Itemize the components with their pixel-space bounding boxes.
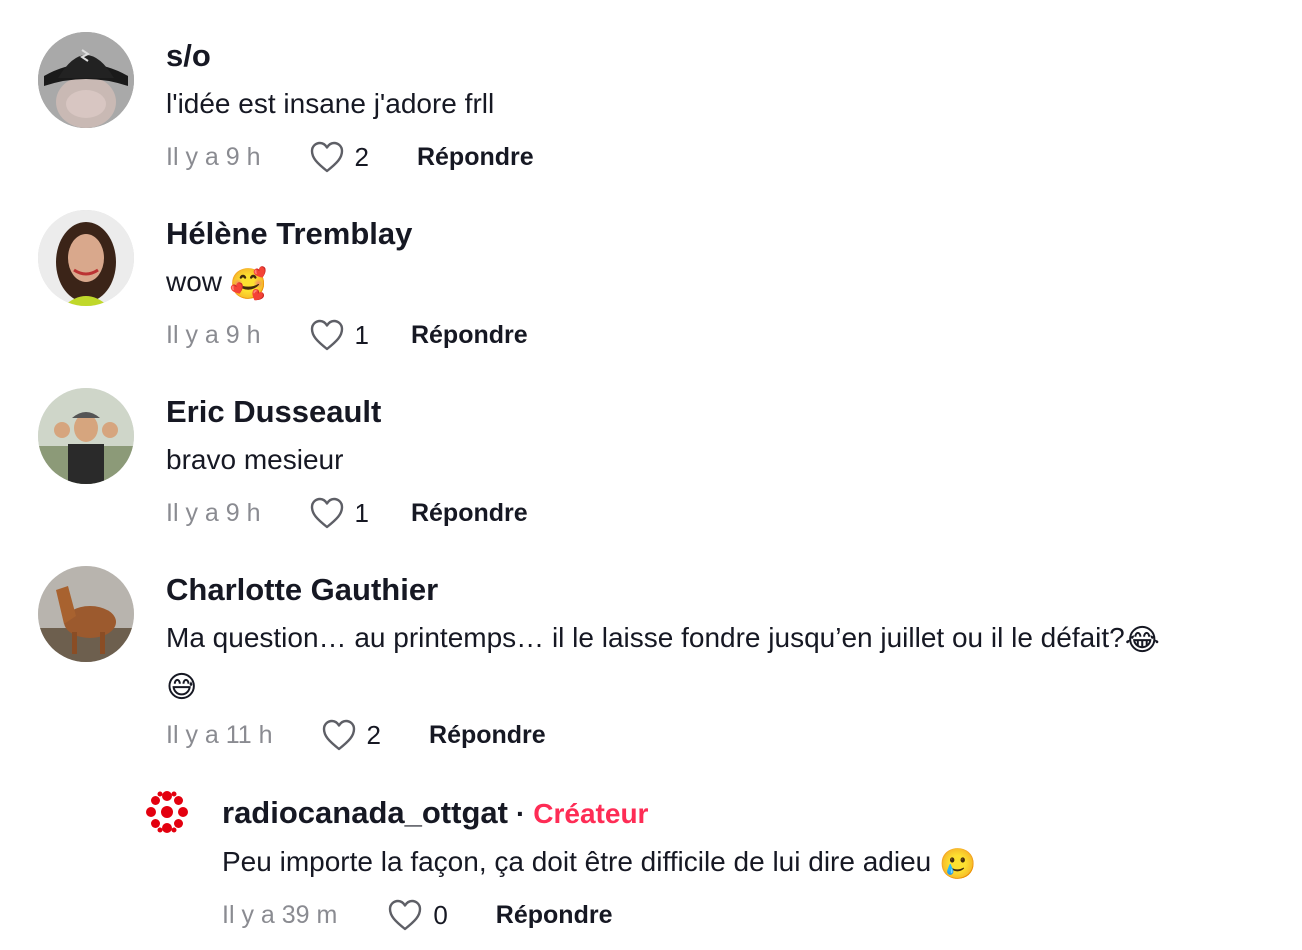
avatar[interactable]: [38, 566, 134, 662]
heart-icon: [322, 719, 355, 751]
reply-button[interactable]: Répondre: [417, 143, 534, 172]
comment-text-content: bravo mesieur: [166, 444, 344, 475]
smiling-tear-emoji: 🥲: [939, 847, 977, 882]
like-button[interactable]: 1: [309, 496, 369, 530]
comment-meta: Il y a 9 h 1 Répondre: [166, 495, 528, 531]
like-button[interactable]: 2: [309, 140, 369, 174]
radio-canada-logo-icon: [146, 791, 188, 833]
comment-meta: Il y a 9 h 2 Répondre: [166, 139, 534, 175]
like-count: 1: [354, 497, 369, 528]
separator-dot: ·: [515, 798, 526, 829]
woman-avatar-icon: [38, 210, 134, 306]
comment-time: Il y a 9 h: [166, 142, 261, 171]
reply-username[interactable]: radiocanada_ottgat: [222, 795, 508, 830]
comment-text: wow 🥰: [166, 260, 1276, 307]
like-button[interactable]: 2: [321, 718, 381, 752]
comment-time: Il y a 9 h: [166, 320, 261, 349]
tears-of-joy-emoji: 😂: [1124, 623, 1160, 658]
like-button[interactable]: 0: [387, 898, 448, 932]
like-button[interactable]: 1: [309, 318, 369, 352]
like-count: 2: [366, 719, 382, 750]
like-count: 0: [433, 899, 448, 930]
heart-icon: [389, 899, 422, 931]
like-count: 1: [354, 319, 369, 350]
man-cap-avatar-icon: [38, 388, 134, 484]
comment-text: Ma question… au printemps… il le laisse …: [166, 616, 1276, 710]
reply-button[interactable]: Répondre: [411, 321, 528, 350]
avatar[interactable]: [38, 210, 134, 306]
reply-text-content: Peu importe la façon, ça doit être diffi…: [222, 846, 932, 877]
comment-text: l'idée est insane j'adore frll: [166, 82, 1276, 126]
heart-icon: [310, 497, 343, 529]
grinning-sweat-emoji: 😅: [166, 670, 198, 705]
reply-meta: Il y a 39 m 0 Répondre: [222, 897, 612, 933]
comment-text-content: Ma question… au printemps… il le laisse …: [166, 622, 1125, 653]
comment-username[interactable]: Eric Dusseault: [166, 394, 381, 430]
comment-username[interactable]: s/o: [166, 38, 211, 74]
avatar[interactable]: [38, 388, 134, 484]
comment-text: bravo mesieur: [166, 438, 1276, 482]
reply-text: Peu importe la façon, ça doit être diffi…: [222, 840, 1282, 887]
reply-button[interactable]: Répondre: [496, 901, 613, 930]
comment-username[interactable]: Charlotte Gauthier: [166, 572, 438, 608]
comment-text-content: wow: [166, 266, 223, 297]
creator-badge: Créateur: [533, 798, 649, 829]
comment-meta: Il y a 11 h 2 Répondre: [166, 717, 546, 753]
comment-time: Il y a 11 h: [166, 720, 273, 749]
comment-meta: Il y a 9 h 1 Répondre: [166, 317, 528, 353]
like-count: 2: [354, 141, 369, 172]
reply-time: Il y a 39 m: [222, 900, 338, 929]
horse-avatar-icon: [38, 566, 134, 662]
smiling-hearts-emoji: 🥰: [229, 267, 268, 302]
heart-icon: [310, 319, 343, 351]
comment-username[interactable]: Hélène Tremblay: [166, 216, 412, 252]
avatar[interactable]: [38, 32, 134, 128]
reply-button[interactable]: Répondre: [411, 499, 528, 528]
hat-avatar-icon: [38, 32, 134, 128]
reply-button[interactable]: Répondre: [429, 721, 546, 750]
heart-icon: [310, 141, 343, 173]
comment-text-content: l'idée est insane j'adore frll: [166, 88, 495, 119]
avatar[interactable]: [145, 790, 189, 834]
comment-time: Il y a 9 h: [166, 498, 261, 527]
reply-header: radiocanada_ottgat · Créateur: [222, 795, 648, 832]
